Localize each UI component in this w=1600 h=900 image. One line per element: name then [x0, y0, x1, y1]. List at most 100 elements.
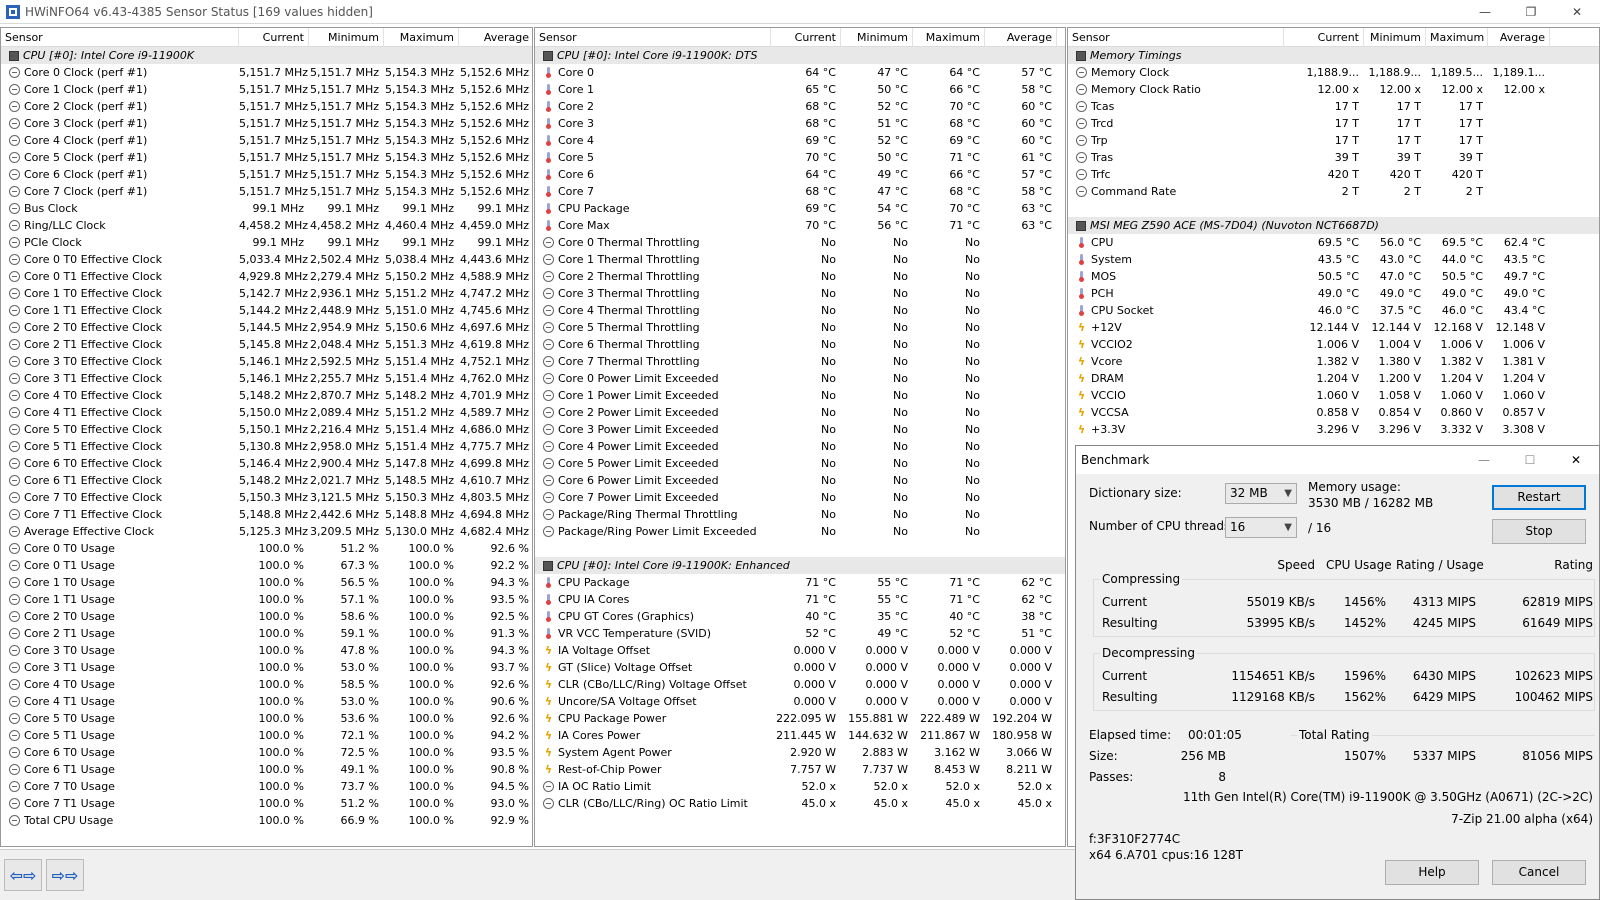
sensor-row[interactable]: Core 1 T0 Effective Clock 5,142.7 MHz 2,93…	[1, 285, 532, 302]
sensor-row[interactable]: Core 7 T1 Usage 100.0 % 51.2 % 100.0 % 93.0 …	[1, 795, 532, 812]
sensor-row[interactable]: Core 1 T1 Usage 100.0 % 57.1 % 100.0 % 93.5 …	[1, 591, 532, 608]
column-header-sensor[interactable]: Sensor	[535, 28, 771, 47]
sensor-row[interactable]: Core 3 T1 Effective Clock 5,146.1 MHz 2,25…	[1, 370, 532, 387]
sensor-row[interactable]: Core 4 T1 Effective Clock 5,150.0 MHz 2,08…	[1, 404, 532, 421]
sensor-row[interactable]: Memory Clock 1,188.9... 1,188.9... 1,189.5.…	[1068, 64, 1599, 81]
sensor-row[interactable]: Core 5 Thermal Throttling No No No	[535, 319, 1065, 336]
column-header-maximum[interactable]: Maximum	[384, 28, 459, 47]
sensor-row[interactable]: Core 2 68 °C 52 °C 70 °C 60 °C	[535, 98, 1065, 115]
sensor-row[interactable]: Ring/LLC Clock 4,458.2 MHz 4,458.2 MHz 4,46…	[1, 217, 532, 234]
sensor-row[interactable]: CPU IA Cores 71 °C 55 °C 71 °C 62 °C	[535, 591, 1065, 608]
sensor-row[interactable]: ϟ DRAM 1.204 V 1.200 V 1.204 V 1.204 V	[1068, 370, 1599, 387]
sensor-row[interactable]: Core 4 69 °C 52 °C 69 °C 60 °C	[535, 132, 1065, 149]
sensor-row[interactable]: CPU GT Cores (Graphics) 40 °C 35 °C 40 °C 38…	[535, 608, 1065, 625]
column-header-sensor[interactable]: Sensor	[1, 28, 239, 47]
sensor-row[interactable]: Core 4 Clock (perf #1) 5,151.7 MHz 5,151.7…	[1, 132, 532, 149]
sensor-row[interactable]: Core 5 T0 Usage 100.0 % 53.6 % 100.0 % 92.6 …	[1, 710, 532, 727]
sensor-row[interactable]: ϟ System Agent Power 2.920 W 2.883 W 3.162 W…	[535, 744, 1065, 761]
sensor-row[interactable]: Core 1 T1 Effective Clock 5,144.2 MHz 2,44…	[1, 302, 532, 319]
sensor-row[interactable]: ϟ IA Cores Power 211.445 W 144.632 W 211.867…	[535, 727, 1065, 744]
sensor-row[interactable]: ϟ CLR (CBo/LLC/Ring) Voltage Offset 0.000 …	[535, 676, 1065, 693]
sensor-row[interactable]: Core 5 T1 Effective Clock 5,130.8 MHz 2,95…	[1, 438, 532, 455]
column-header-current[interactable]: Current	[239, 28, 309, 47]
sensor-row[interactable]: ϟ VCCIO 1.060 V 1.058 V 1.060 V 1.060 V	[1068, 387, 1599, 404]
sensor-row[interactable]: Core 3 Thermal Throttling No No No	[535, 285, 1065, 302]
sensor-row[interactable]: Trp 17 T 17 T 17 T	[1068, 132, 1599, 149]
sensor-row[interactable]: Core 2 T0 Effective Clock 5,144.5 MHz 2,95…	[1, 319, 532, 336]
sensor-row[interactable]: Core 2 Power Limit Exceeded No No No	[535, 404, 1065, 421]
sensor-row[interactable]: ϟ Uncore/SA Voltage Offset 0.000 V 0.000 V 0…	[535, 693, 1065, 710]
sensor-row[interactable]: Core 0 Power Limit Exceeded No No No	[535, 370, 1065, 387]
sensor-row[interactable]: Core 6 64 °C 49 °C 66 °C 57 °C	[535, 166, 1065, 183]
sensor-row[interactable]: Total CPU Usage 100.0 % 66.9 % 100.0 % 92.9 …	[1, 812, 532, 829]
sensor-row[interactable]: Core 7 Clock (perf #1) 5,151.7 MHz 5,151.7…	[1, 183, 532, 200]
sensor-row[interactable]: Package/Ring Power Limit Exceeded No No No	[535, 523, 1065, 540]
sensor-row[interactable]: Core 1 Clock (perf #1) 5,151.7 MHz 5,151.7…	[1, 81, 532, 98]
cancel-button[interactable]: Cancel	[1492, 860, 1586, 885]
sensor-row[interactable]: CLR (CBo/LLC/Ring) OC Ratio Limit 45.0 x 4…	[535, 795, 1065, 812]
sensor-row[interactable]: Average Effective Clock 5,125.3 MHz 3,209.…	[1, 523, 532, 540]
sensor-row[interactable]: CPU Package 71 °C 55 °C 71 °C 62 °C	[535, 574, 1065, 591]
sensor-row[interactable]: ϟ CPU Package Power 222.095 W 155.881 W 222.…	[535, 710, 1065, 727]
sensor-row[interactable]: CPU Socket 46.0 °C 37.5 °C 46.0 °C 43.4 °C	[1068, 302, 1599, 319]
sensor-row[interactable]: Core 0 Thermal Throttling No No No	[535, 234, 1065, 251]
sensor-row[interactable]: Core 1 Thermal Throttling No No No	[535, 251, 1065, 268]
sensor-row[interactable]: Memory Clock Ratio 12.00 x 12.00 x 12.00 x 1…	[1068, 81, 1599, 98]
sensor-row[interactable]: Core 7 T1 Effective Clock 5,148.8 MHz 2,44…	[1, 506, 532, 523]
stop-button[interactable]: Stop	[1492, 519, 1586, 544]
nav-back-button[interactable]: ⇦⇨	[4, 859, 42, 891]
minimize-icon[interactable]: —	[1461, 446, 1507, 474]
sensor-group-header[interactable]: CPU [#0]: Intel Core i9-11900K: Enhanced	[535, 557, 1065, 574]
sensor-panel-cpu[interactable]: Sensor Current Minimum Maximum Average CPU [#…	[0, 27, 533, 847]
sensor-row[interactable]: ϟ Vcore 1.382 V 1.380 V 1.382 V 1.381 V	[1068, 353, 1599, 370]
sensor-row[interactable]: ϟ VCCIO2 1.006 V 1.004 V 1.006 V 1.006 V	[1068, 336, 1599, 353]
sensor-row[interactable]: Core 1 65 °C 50 °C 66 °C 58 °C	[535, 81, 1065, 98]
column-header-sensor[interactable]: Sensor	[1068, 28, 1284, 47]
sensor-row[interactable]: Core 0 Clock (perf #1) 5,151.7 MHz 5,151.7…	[1, 64, 532, 81]
sensor-row[interactable]: Core 6 T1 Usage 100.0 % 49.1 % 100.0 % 90.8 …	[1, 761, 532, 778]
sensor-row[interactable]: Core 5 T1 Usage 100.0 % 72.1 % 100.0 % 94.2 …	[1, 727, 532, 744]
sensor-row[interactable]: Trfc 420 T 420 T 420 T	[1068, 166, 1599, 183]
nav-forward-button[interactable]: ⇨⇨	[46, 859, 84, 891]
sensor-row[interactable]: CPU 69.5 °C 56.0 °C 69.5 °C 62.4 °C	[1068, 234, 1599, 251]
sensor-row[interactable]: Core 2 Clock (perf #1) 5,151.7 MHz 5,151.7…	[1, 98, 532, 115]
sensor-row[interactable]: Core 0 T1 Effective Clock 4,929.8 MHz 2,27…	[1, 268, 532, 285]
sensor-row[interactable]: Core 5 Power Limit Exceeded No No No	[535, 455, 1065, 472]
sensor-row[interactable]: Bus Clock 99.1 MHz 99.1 MHz 99.1 MHz 99.1 MH…	[1, 200, 532, 217]
sensor-row[interactable]: ϟ VCCSA 0.858 V 0.854 V 0.860 V 0.857 V	[1068, 404, 1599, 421]
sensor-group-header[interactable]: MSI MEG Z590 ACE (MS-7D04) (Nuvoton NCT6…	[1068, 217, 1599, 234]
minimize-icon[interactable]: —	[1462, 0, 1508, 24]
sensor-row[interactable]: Core 3 T1 Usage 100.0 % 53.0 % 100.0 % 93.7 …	[1, 659, 532, 676]
sensor-row[interactable]: Core 2 T1 Effective Clock 5,145.8 MHz 2,04…	[1, 336, 532, 353]
sensor-row[interactable]: Core 3 T0 Usage 100.0 % 47.8 % 100.0 % 94.3 …	[1, 642, 532, 659]
column-header-maximum[interactable]: Maximum	[1426, 28, 1488, 47]
sensor-row[interactable]: Core 0 T0 Usage 100.0 % 51.2 % 100.0 % 92.6 …	[1, 540, 532, 557]
sensor-row[interactable]: ϟ +12V 12.144 V 12.144 V 12.168 V 12.148 V	[1068, 319, 1599, 336]
sensor-row[interactable]: Core 4 T0 Usage 100.0 % 58.5 % 100.0 % 92.6 …	[1, 676, 532, 693]
sensor-row[interactable]: Core 0 T0 Effective Clock 5,033.4 MHz 2,50…	[1, 251, 532, 268]
sensor-row[interactable]: Core 7 T0 Usage 100.0 % 73.7 % 100.0 % 94.5 …	[1, 778, 532, 795]
sensor-row[interactable]: Core 6 T0 Usage 100.0 % 72.5 % 100.0 % 93.5 …	[1, 744, 532, 761]
sensor-row[interactable]: Core 3 T0 Effective Clock 5,146.1 MHz 2,59…	[1, 353, 532, 370]
dictionary-size-select[interactable]: 32 MB ▼	[1225, 483, 1297, 504]
column-header-minimum[interactable]: Minimum	[1364, 28, 1426, 47]
sensor-row[interactable]: Core 7 Thermal Throttling No No No	[535, 353, 1065, 370]
close-icon[interactable]: ✕	[1554, 0, 1600, 24]
sensor-row[interactable]: Core 2 Thermal Throttling No No No	[535, 268, 1065, 285]
sensor-row[interactable]: Core 1 Power Limit Exceeded No No No	[535, 387, 1065, 404]
sensor-row[interactable]: Core 3 Clock (perf #1) 5,151.7 MHz 5,151.7…	[1, 115, 532, 132]
sensor-row[interactable]: Core 7 T0 Effective Clock 5,150.3 MHz 3,12…	[1, 489, 532, 506]
sensor-row[interactable]: Core 2 T0 Usage 100.0 % 58.6 % 100.0 % 92.5 …	[1, 608, 532, 625]
close-icon[interactable]: ✕	[1553, 446, 1599, 474]
sensor-row[interactable]: Core Max 70 °C 56 °C 71 °C 63 °C	[535, 217, 1065, 234]
sensor-row[interactable]: Core 0 T1 Usage 100.0 % 67.3 % 100.0 % 92.2 …	[1, 557, 532, 574]
column-header-minimum[interactable]: Minimum	[841, 28, 913, 47]
sensor-row[interactable]: Tcas 17 T 17 T 17 T	[1068, 98, 1599, 115]
sensor-row[interactable]: Tras 39 T 39 T 39 T	[1068, 149, 1599, 166]
restart-button[interactable]: Restart	[1492, 485, 1586, 510]
sensor-row[interactable]: Package/Ring Thermal Throttling No No No	[535, 506, 1065, 523]
sensor-row[interactable]: ϟ GT (Slice) Voltage Offset 0.000 V 0.000 V…	[535, 659, 1065, 676]
sensor-row[interactable]: Trcd 17 T 17 T 17 T	[1068, 115, 1599, 132]
sensor-group-header[interactable]: CPU [#0]: Intel Core i9-11900K: DTS	[535, 47, 1065, 64]
column-header-minimum[interactable]: Minimum	[309, 28, 384, 47]
